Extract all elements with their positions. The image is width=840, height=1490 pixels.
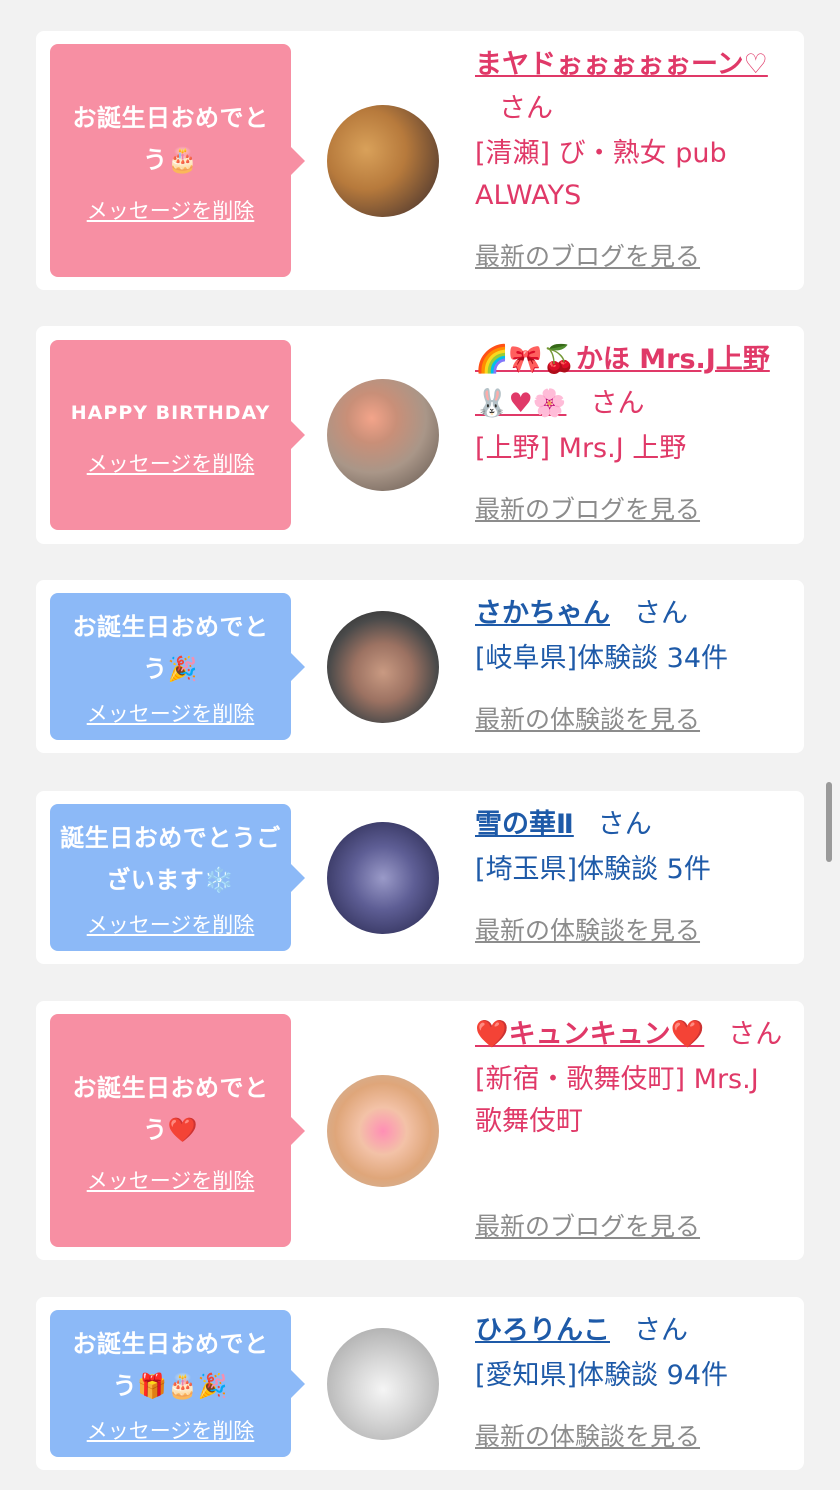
birthday-message: 誕生日おめでとうございます❄️ bbox=[60, 823, 281, 894]
birthday-card: お誕生日おめでとう❤️ メッセージを削除 ❤️キュンキュン❤️ さん [新宿・歌舞… bbox=[36, 1001, 804, 1260]
honorific: さん bbox=[597, 809, 652, 840]
honorific: さん bbox=[590, 388, 645, 419]
birthday-card: お誕生日おめでとう🎂 メッセージを削除 まヤドぉぉぉぉぉーン♡ さん [清瀬] び… bbox=[36, 31, 804, 290]
latest-link[interactable]: 最新の体験談を見る bbox=[475, 1417, 700, 1453]
user-name-link[interactable]: まヤドぉぉぉぉぉーン♡ bbox=[475, 49, 768, 80]
user-name-link[interactable]: ひろりんこ bbox=[475, 1315, 610, 1346]
delete-message-link[interactable]: メッセージを削除 bbox=[87, 909, 255, 939]
user-info: さかちゃん さん [岐阜県]体験談 34件 最新の体験談を見る bbox=[475, 592, 793, 734]
message-bubble: お誕生日おめでとう🎉 メッセージを削除 bbox=[50, 593, 305, 740]
birthday-card: お誕生日おめでとう🎁🎂🎉 メッセージを削除 ひろりんこ さん [愛知県]体験談 9… bbox=[36, 1297, 804, 1470]
shop-info: [岐阜県]体験談 34件 bbox=[475, 643, 729, 674]
shop-info: [埼玉県]体験談 5件 bbox=[475, 854, 711, 885]
delete-message-link[interactable]: メッセージを削除 bbox=[87, 448, 255, 478]
user-info: ❤️キュンキュン❤️ さん [新宿・歌舞伎町] Mrs.J 歌舞伎町 最新のブログ… bbox=[475, 1013, 793, 1241]
birthday-card: HAPPY BIRTHDAY メッセージを削除 🌈🎀🍒かほ Mrs.J上野🐰♥🌸… bbox=[36, 326, 804, 544]
shop-info: [清瀬] び・熟女 pub ALWAYS bbox=[475, 138, 727, 211]
delete-message-link[interactable]: メッセージを削除 bbox=[87, 1165, 255, 1195]
avatar[interactable] bbox=[327, 105, 439, 217]
latest-link[interactable]: 最新の体験談を見る bbox=[475, 911, 700, 947]
avatar[interactable] bbox=[327, 1328, 439, 1440]
avatar[interactable] bbox=[327, 822, 439, 934]
user-info: ひろりんこ さん [愛知県]体験談 94件 最新の体験談を見る bbox=[475, 1309, 793, 1451]
scrollbar[interactable] bbox=[826, 782, 832, 862]
avatar[interactable] bbox=[327, 1075, 439, 1187]
birthday-card: 誕生日おめでとうございます❄️ メッセージを削除 雪の華Ⅱ さん [埼玉県]体験談… bbox=[36, 791, 804, 964]
birthday-message: お誕生日おめでとう🎉 bbox=[72, 612, 269, 683]
birthday-message: HAPPY BIRTHDAY bbox=[70, 402, 271, 424]
message-bubble: 誕生日おめでとうございます❄️ メッセージを削除 bbox=[50, 804, 305, 951]
shop-info: [新宿・歌舞伎町] Mrs.J 歌舞伎町 bbox=[475, 1064, 759, 1137]
user-info: まヤドぉぉぉぉぉーン♡ さん [清瀬] び・熟女 pub ALWAYS 最新のブロ… bbox=[475, 43, 793, 271]
message-bubble: お誕生日おめでとう🎁🎂🎉 メッセージを削除 bbox=[50, 1310, 305, 1457]
message-bubble: お誕生日おめでとう❤️ メッセージを削除 bbox=[50, 1014, 305, 1247]
birthday-message: お誕生日おめでとう❤️ bbox=[72, 1073, 269, 1144]
birthday-message: お誕生日おめでとう🎁🎂🎉 bbox=[72, 1329, 269, 1400]
avatar[interactable] bbox=[327, 379, 439, 491]
shop-info: [上野] Mrs.J 上野 bbox=[475, 433, 687, 464]
latest-link[interactable]: 最新のブログを見る bbox=[475, 237, 700, 273]
delete-message-link[interactable]: メッセージを削除 bbox=[87, 195, 255, 225]
user-name-link[interactable]: 雪の華Ⅱ bbox=[475, 809, 574, 840]
birthday-message: お誕生日おめでとう🎂 bbox=[72, 103, 269, 174]
birthday-card: お誕生日おめでとう🎉 メッセージを削除 さかちゃん さん [岐阜県]体験談 34件… bbox=[36, 580, 804, 753]
avatar[interactable] bbox=[327, 611, 439, 723]
honorific: さん bbox=[499, 93, 553, 124]
shop-info: [愛知県]体験談 94件 bbox=[475, 1360, 729, 1391]
latest-link[interactable]: 最新の体験談を見る bbox=[475, 700, 700, 736]
user-name-link[interactable]: ❤️キュンキュン❤️ bbox=[475, 1019, 704, 1050]
honorific: さん bbox=[728, 1019, 783, 1050]
user-name-link[interactable]: さかちゃん bbox=[475, 598, 610, 629]
message-bubble: お誕生日おめでとう🎂 メッセージを削除 bbox=[50, 44, 305, 277]
user-info: 🌈🎀🍒かほ Mrs.J上野🐰♥🌸 さん [上野] Mrs.J 上野 最新のブログを… bbox=[475, 338, 793, 524]
honorific: さん bbox=[634, 598, 688, 629]
delete-message-link[interactable]: メッセージを削除 bbox=[87, 1415, 255, 1445]
latest-link[interactable]: 最新のブログを見る bbox=[475, 1207, 700, 1243]
latest-link[interactable]: 最新のブログを見る bbox=[475, 490, 700, 526]
delete-message-link[interactable]: メッセージを削除 bbox=[87, 698, 255, 728]
message-bubble: HAPPY BIRTHDAY メッセージを削除 bbox=[50, 340, 305, 530]
user-info: 雪の華Ⅱ さん [埼玉県]体験談 5件 最新の体験談を見る bbox=[475, 803, 793, 945]
honorific: さん bbox=[634, 1315, 688, 1346]
